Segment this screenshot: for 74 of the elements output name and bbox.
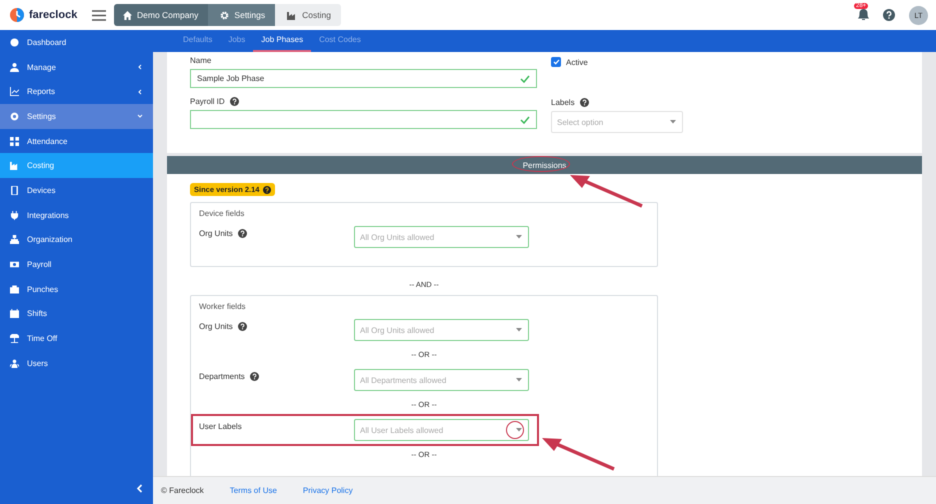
breadcrumb[interactable]: Settings	[208, 4, 276, 26]
copyright-text: © Fareclock	[161, 486, 204, 495]
payroll-icon	[10, 260, 19, 270]
attendance-icon	[10, 136, 19, 146]
field-label: Org Units	[199, 228, 233, 238]
panel-title: Device fields	[199, 209, 246, 218]
section-title: Permissions	[522, 160, 566, 170]
checkbox-label: Active	[566, 58, 588, 66]
payroll-id-input[interactable]	[190, 110, 537, 129]
logo-text: fareclock	[29, 9, 78, 21]
sidebar-item[interactable]: Users	[0, 350, 153, 376]
help-icon[interactable]	[230, 97, 239, 106]
field-label: Payroll ID	[190, 97, 225, 106]
field-label: Departments	[199, 372, 245, 380]
panel-title: Worker fields	[199, 302, 247, 311]
costing-icon	[10, 161, 19, 170]
sidebar-item[interactable]: Shifts	[0, 302, 153, 326]
help-icon[interactable]	[238, 228, 247, 238]
help-icon[interactable]	[580, 98, 589, 107]
dashboard-icon	[10, 38, 19, 47]
field-label: User Labels	[199, 422, 242, 430]
integrations-icon	[10, 210, 19, 220]
breadcrumb[interactable]: Demo Company	[114, 4, 208, 26]
users-icon	[10, 358, 19, 368]
punches-icon	[10, 284, 19, 294]
field-label: Org Units	[199, 322, 233, 330]
sidebar-item[interactable]: Organization	[0, 228, 153, 252]
caret-icon	[516, 428, 522, 432]
caret-icon	[516, 235, 522, 239]
home-icon	[123, 10, 132, 20]
sidebar-item[interactable]: Punches	[0, 276, 153, 302]
help-icon[interactable]	[263, 186, 272, 194]
sidebar-item[interactable]: Dashboard	[0, 30, 153, 55]
sidebar-item[interactable]: Payroll	[0, 252, 153, 277]
devices-icon	[10, 186, 19, 195]
name-input[interactable]: Sample Job Phase	[190, 69, 537, 88]
chevron-left-icon	[137, 88, 143, 95]
active-checkbox[interactable]	[551, 57, 561, 67]
chevron-left-icon	[137, 64, 143, 70]
caret-icon	[516, 328, 522, 332]
sidebar-item[interactable]: Integrations	[0, 202, 153, 228]
field-label: Labels	[551, 98, 575, 107]
shifts-icon	[10, 309, 19, 318]
collapse-sidebar-icon[interactable]	[136, 484, 143, 493]
timeoff-icon	[10, 334, 19, 344]
caret-icon	[670, 120, 676, 124]
manage-icon	[10, 62, 19, 72]
reports-icon	[10, 87, 19, 96]
sidebar-item[interactable]: Attendance	[0, 128, 153, 154]
settings-icon	[10, 112, 19, 121]
organization-icon	[10, 235, 19, 244]
bell-icon[interactable]	[858, 9, 869, 21]
help-icon[interactable]	[250, 372, 259, 380]
sidebar-item[interactable]: Manage	[0, 54, 153, 80]
sidebar-item[interactable]: Time Off	[0, 326, 153, 351]
help-icon[interactable]	[238, 322, 247, 330]
chevron-down-icon	[137, 113, 143, 120]
check-icon	[520, 74, 530, 82]
menu-icon[interactable]	[92, 10, 106, 20]
breadcrumb[interactable]: Costing	[275, 4, 341, 26]
highlight-ellipse	[512, 156, 570, 172]
field-label: Name	[190, 56, 212, 65]
sidebar-item[interactable]: Devices	[0, 178, 153, 203]
caret-icon	[516, 378, 522, 382]
highlight-circle	[506, 421, 524, 439]
gear-icon	[220, 10, 230, 20]
help-icon[interactable]	[883, 9, 895, 21]
sidebar-item[interactable]: Settings	[0, 104, 153, 129]
footer-link[interactable]: Privacy Policy	[302, 486, 353, 495]
footer-link[interactable]: Terms of Use	[230, 486, 277, 495]
sidebar-item[interactable]: Reports	[0, 79, 153, 104]
check-icon	[520, 116, 530, 124]
factory-icon	[287, 10, 298, 20]
logo-icon	[9, 7, 25, 23]
